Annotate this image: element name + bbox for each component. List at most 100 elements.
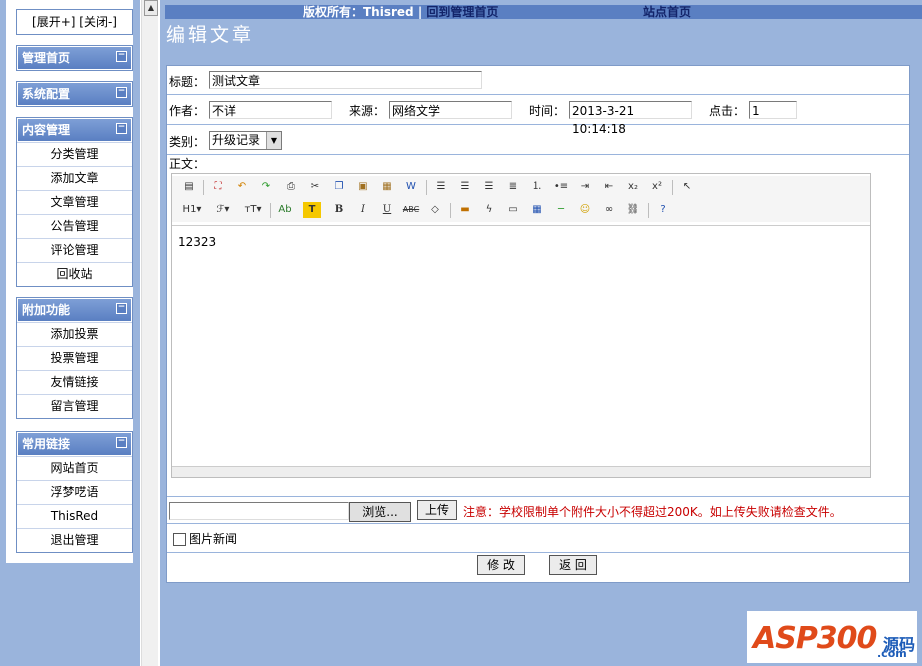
menu-header[interactable]: 系统配置 − bbox=[17, 82, 132, 106]
font-size-icon[interactable]: ᴛT▾ bbox=[242, 202, 264, 218]
redo-icon[interactable]: ↷ bbox=[257, 179, 275, 195]
editor-toolbar-row2: H1▾ ℱ▾ ᴛT▾ Ab T B I U ABC ◇ ▬ ϟ ▭ ▦ ─ ☺ … bbox=[172, 199, 870, 222]
clicks-field[interactable]: 1 bbox=[749, 101, 797, 119]
bold-icon[interactable]: B bbox=[330, 202, 348, 218]
sidebar-item-votes[interactable]: 投票管理 bbox=[17, 346, 132, 370]
scroll-up-arrow-icon[interactable]: ▲ bbox=[144, 0, 158, 16]
time-field[interactable]: 2013-3-21 10:14:18 bbox=[569, 101, 692, 136]
sidebar-item-logout[interactable]: 退出管理 bbox=[17, 528, 132, 552]
toolbar-separator bbox=[270, 203, 271, 218]
minimize-icon[interactable]: − bbox=[116, 87, 127, 98]
sidebar-item-add-article[interactable]: 添加文章 bbox=[17, 166, 132, 190]
cut-icon[interactable]: ✂ bbox=[306, 179, 324, 195]
font-color-icon[interactable]: Ab bbox=[276, 202, 294, 218]
sidebar-item-articles[interactable]: 文章管理 bbox=[17, 190, 132, 214]
minimize-icon[interactable]: − bbox=[116, 51, 127, 62]
strikethrough-icon[interactable]: ABC bbox=[402, 202, 420, 218]
table-icon[interactable]: ▦ bbox=[528, 202, 546, 218]
sidebar-item-guestbook[interactable]: 留言管理 bbox=[17, 394, 132, 418]
underline-icon[interactable]: U bbox=[378, 202, 396, 218]
justify-icon[interactable]: ≣ bbox=[504, 179, 522, 195]
link-icon[interactable]: ∞ bbox=[600, 202, 618, 218]
menu-header[interactable]: 附加功能 − bbox=[17, 298, 132, 322]
minimize-icon[interactable]: − bbox=[116, 303, 127, 314]
media-icon[interactable]: ▭ bbox=[504, 202, 522, 218]
frame-scrollbar[interactable]: ▲ bbox=[141, 0, 158, 666]
hr-icon[interactable]: ─ bbox=[552, 202, 570, 218]
category-row: 类别： 升级记录 ▼ bbox=[167, 125, 909, 155]
sidebar-item-fumeng[interactable]: 浮梦呓语 bbox=[17, 480, 132, 504]
help-icon[interactable]: ? bbox=[654, 202, 672, 218]
sidebar-item-add-vote[interactable]: 添加投票 bbox=[17, 322, 132, 346]
title-row: 标题： 测试文章 bbox=[167, 66, 909, 95]
sidebar-item-links[interactable]: 友情链接 bbox=[17, 370, 132, 394]
chevron-down-icon[interactable]: ▼ bbox=[266, 132, 281, 149]
copyright-line: 版权所有：Thisred | 回到管理首页 bbox=[303, 5, 498, 19]
source-icon[interactable]: ▤ bbox=[180, 179, 198, 195]
outdent-icon[interactable]: ⇤ bbox=[600, 179, 618, 195]
ordered-list-icon[interactable]: ⒈ bbox=[528, 179, 546, 195]
menu-admin-home: 管理首页 − bbox=[16, 45, 133, 71]
upload-row: 浏览... 上传 注意：学校限制单个附件大小不得超过200K。如上传失败请检查文… bbox=[167, 496, 909, 524]
paste-icon[interactable]: ▣ bbox=[354, 179, 372, 195]
logo-domain: .com bbox=[877, 647, 907, 660]
highlight-icon[interactable]: T bbox=[303, 202, 321, 218]
image-icon[interactable]: ▬ bbox=[456, 202, 474, 218]
toolbar-separator bbox=[426, 180, 427, 195]
clear-format-icon[interactable]: ◇ bbox=[426, 202, 444, 218]
picture-news-checkbox[interactable] bbox=[173, 533, 186, 546]
font-family-icon[interactable]: ℱ▾ bbox=[212, 202, 234, 218]
expand-all-link[interactable]: [展开+] bbox=[32, 15, 75, 29]
sidebar-item-category[interactable]: 分类管理 bbox=[17, 142, 132, 166]
align-center-icon[interactable]: ☰ bbox=[456, 179, 474, 195]
sidebar-item-site-home[interactable]: 网站首页 bbox=[17, 456, 132, 480]
menu-header[interactable]: 常用链接 − bbox=[17, 432, 132, 456]
title-field[interactable]: 测试文章 bbox=[209, 71, 482, 89]
source-field[interactable]: 网络文学 bbox=[389, 101, 512, 119]
unordered-list-icon[interactable]: •≡ bbox=[552, 179, 570, 195]
align-right-icon[interactable]: ☰ bbox=[480, 179, 498, 195]
subscript-icon[interactable]: x₂ bbox=[624, 179, 642, 195]
menu-header[interactable]: 内容管理 − bbox=[17, 118, 132, 142]
admin-home-link[interactable]: 回到管理首页 bbox=[426, 5, 498, 19]
align-left-icon[interactable]: ☰ bbox=[432, 179, 450, 195]
unlink-icon[interactable]: ⛓ bbox=[624, 202, 642, 218]
menu-header[interactable]: 管理首页 − bbox=[17, 46, 132, 70]
category-select[interactable]: 升级记录 ▼ bbox=[209, 131, 282, 150]
modify-button[interactable]: 修 改 bbox=[477, 555, 525, 575]
fullscreen-icon[interactable]: ⛶ bbox=[209, 179, 227, 195]
print-icon[interactable]: ⎙ bbox=[282, 179, 300, 195]
sidebar-item-notices[interactable]: 公告管理 bbox=[17, 214, 132, 238]
copy-icon[interactable]: ❐ bbox=[330, 179, 348, 195]
paste-text-icon[interactable]: ▦ bbox=[378, 179, 396, 195]
paste-word-icon[interactable]: W bbox=[402, 179, 420, 195]
back-button[interactable]: 返 回 bbox=[549, 555, 597, 575]
picture-news-row: 图片新闻 bbox=[167, 523, 909, 553]
editor-content-area[interactable]: 12323 bbox=[172, 225, 870, 466]
minimize-icon[interactable]: − bbox=[116, 123, 127, 134]
minimize-icon[interactable]: − bbox=[116, 437, 127, 448]
file-path-field[interactable] bbox=[169, 502, 349, 520]
emoticon-icon[interactable]: ☺ bbox=[576, 202, 594, 218]
flash-icon[interactable]: ϟ bbox=[480, 202, 498, 218]
editor-resize-bar[interactable] bbox=[172, 466, 870, 477]
logo-brand: ASP300 bbox=[753, 621, 877, 656]
clicks-label: 点击： bbox=[709, 104, 746, 118]
sidebar-item-thisred[interactable]: ThisRed bbox=[17, 504, 132, 528]
superscript-icon[interactable]: x² bbox=[648, 179, 666, 195]
sidebar-item-recycle[interactable]: 回收站 bbox=[17, 262, 132, 286]
italic-icon[interactable]: I bbox=[354, 202, 372, 218]
browse-button[interactable]: 浏览... bbox=[349, 502, 411, 522]
heading-icon[interactable]: H1▾ bbox=[180, 202, 204, 218]
toolbar-separator bbox=[648, 203, 649, 218]
sidebar-item-comments[interactable]: 评论管理 bbox=[17, 238, 132, 262]
undo-icon[interactable]: ↶ bbox=[233, 179, 251, 195]
menu-title: 内容管理 bbox=[22, 123, 71, 137]
category-selected-value: 升级记录 bbox=[212, 133, 261, 147]
indent-icon[interactable]: ⇥ bbox=[576, 179, 594, 195]
select-icon[interactable]: ↖ bbox=[678, 179, 696, 195]
collapse-all-link[interactable]: [关闭-] bbox=[79, 15, 117, 29]
author-field[interactable]: 不详 bbox=[209, 101, 332, 119]
upload-button[interactable]: 上传 bbox=[417, 500, 457, 520]
site-home-link[interactable]: 站点首页 bbox=[643, 5, 691, 19]
